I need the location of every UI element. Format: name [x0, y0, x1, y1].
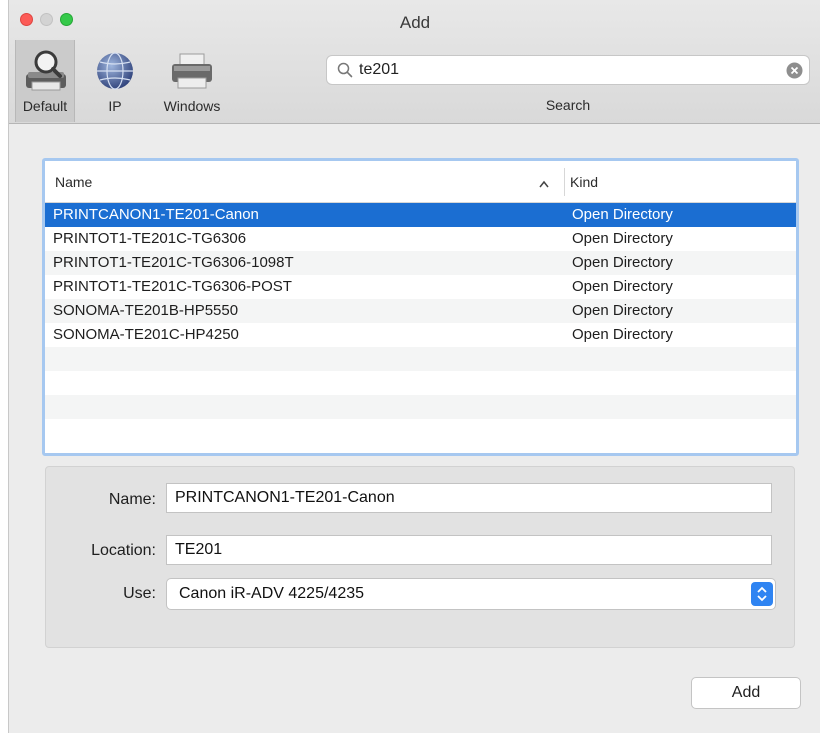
printer-details-panel: Name: PRINTCANON1-TE201-Canon Location: …: [45, 466, 795, 648]
printer-magnifier-icon: [22, 48, 70, 94]
list-row[interactable]: PRINTOT1-TE201C-TG6306 Open Directory: [45, 227, 796, 251]
list-row[interactable]: PRINTOT1-TE201C-TG6306-1098T Open Direct…: [45, 251, 796, 275]
toolbar-ip-label: IP: [108, 98, 122, 114]
search-field[interactable]: [326, 55, 810, 85]
list-rows: PRINTCANON1-TE201-Canon Open Directory P…: [45, 203, 796, 443]
row-name: PRINTOT1-TE201C-TG6306-POST: [53, 278, 292, 295]
name-field[interactable]: PRINTCANON1-TE201-Canon: [166, 483, 772, 513]
empty-row: [45, 419, 796, 443]
add-printer-window: Add Default IP Windows te201 Search Name…: [8, 0, 820, 733]
titlebar-toolbar: Add Default IP Windows te201 Search: [9, 0, 820, 124]
list-row[interactable]: SONOMA-TE201B-HP5550 Open Directory: [45, 299, 796, 323]
search-toolbar-label: Search: [545, 97, 591, 113]
clear-search-icon[interactable]: [786, 62, 803, 84]
search-icon: [337, 62, 353, 83]
printer-icon: [168, 48, 216, 94]
list-header: Name Kind: [45, 161, 796, 203]
use-selected-value: Canon iR-ADV 4225/4235: [179, 585, 365, 602]
list-row[interactable]: PRINTCANON1-TE201-Canon Open Directory: [45, 203, 796, 227]
empty-row: [45, 371, 796, 395]
row-kind: Open Directory: [572, 278, 673, 295]
location-field[interactable]: TE201: [166, 535, 772, 565]
row-name: PRINTOT1-TE201C-TG6306-1098T: [53, 254, 294, 271]
updown-arrows-icon: [751, 582, 773, 606]
row-kind: Open Directory: [572, 230, 673, 247]
empty-row: [45, 347, 796, 371]
chevron-up-icon: [539, 175, 549, 193]
row-kind: Open Directory: [572, 254, 673, 271]
use-label: Use:: [123, 585, 156, 602]
list-row[interactable]: PRINTOT1-TE201C-TG6306-POST Open Directo…: [45, 275, 796, 299]
location-label: Location:: [91, 542, 156, 559]
toolbar-default-label: Default: [22, 98, 68, 114]
empty-row: [45, 395, 796, 419]
search-input[interactable]: [359, 59, 779, 81]
row-name: PRINTCANON1-TE201-Canon: [53, 206, 259, 223]
toolbar-windows-button[interactable]: Windows: [145, 40, 239, 122]
name-label: Name:: [108, 491, 156, 508]
list-row[interactable]: SONOMA-TE201C-HP4250 Open Directory: [45, 323, 796, 347]
toolbar-default-button[interactable]: Default: [15, 40, 75, 122]
use-driver-select[interactable]: Canon iR-ADV 4225/4235: [166, 578, 776, 610]
printer-list[interactable]: Name Kind PRINTCANON1-TE201-Canon Open D…: [42, 158, 799, 456]
add-button[interactable]: Add: [691, 677, 801, 709]
row-name: SONOMA-TE201C-HP4250: [53, 326, 239, 343]
window-title: Add: [399, 13, 431, 32]
row-kind: Open Directory: [572, 326, 673, 343]
globe-icon: [91, 48, 139, 94]
row-kind: Open Directory: [572, 206, 673, 223]
toolbar-ip-button[interactable]: IP: [85, 40, 145, 122]
row-name: SONOMA-TE201B-HP5550: [53, 302, 239, 319]
column-divider[interactable]: [564, 168, 565, 196]
toolbar-windows-label: Windows: [163, 98, 221, 114]
row-name: PRINTOT1-TE201C-TG6306: [53, 230, 247, 247]
column-header-kind[interactable]: Kind: [570, 174, 598, 190]
row-kind: Open Directory: [572, 302, 673, 319]
column-header-name[interactable]: Name: [55, 174, 92, 190]
